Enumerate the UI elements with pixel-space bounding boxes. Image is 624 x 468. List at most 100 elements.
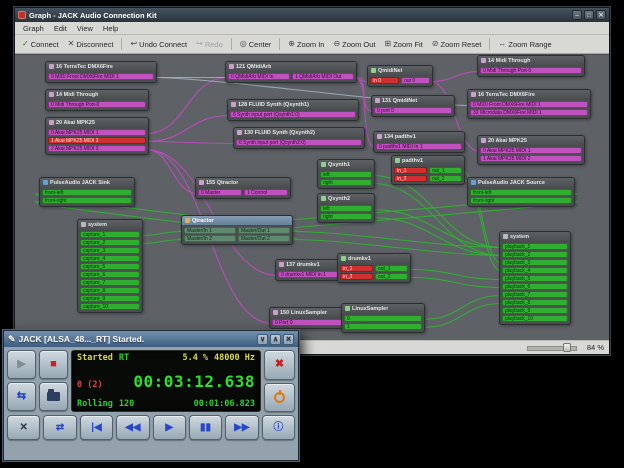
port-right[interactable]: right — [320, 179, 372, 186]
port-capture-3[interactable]: capture_3 — [80, 247, 140, 254]
zoom-out-button[interactable]: ⊖Zoom Out — [329, 39, 379, 50]
connection-wire[interactable] — [140, 232, 184, 236]
zoom-fit-button[interactable]: ⊞Zoom Fit — [381, 39, 427, 50]
graph-node-padthv1-midi-in[interactable]: 134 padthv10 padthv1 MIDI In 1 — [373, 131, 465, 153]
port-in-1[interactable]: in_1 — [340, 265, 373, 272]
graph-window-titlebar[interactable]: Graph - JACK Audio Connection Kit – □ ✕ — [15, 8, 609, 22]
rewind-button[interactable]: ◀◀ — [116, 415, 149, 440]
skip-back-button[interactable]: |◀ — [80, 415, 113, 440]
port-playback-4[interactable]: playback_4 — [502, 267, 568, 274]
shade-button[interactable]: ∨ — [257, 334, 268, 345]
port-front-left[interactable]: front-left — [470, 189, 572, 196]
connection-wire[interactable] — [146, 116, 230, 142]
port-right[interactable]: right — [320, 213, 372, 220]
port-capture-1[interactable]: capture_1 — [80, 231, 140, 238]
port-playback-10[interactable]: playback_10 — [502, 315, 568, 322]
port-1-control[interactable]: 1 Control — [244, 189, 288, 196]
start-button[interactable]: ▶ — [7, 350, 36, 379]
minimize-button[interactable]: ∧ — [270, 334, 281, 345]
port-0-midi-front-dmx6fire-midi-1[interactable]: 0 MIDI Front DMX6Fire MIDI 1 — [48, 73, 154, 80]
graph-node-qsynth1[interactable]: Qsynth1leftright — [317, 159, 375, 189]
quit-button[interactable] — [264, 383, 295, 413]
menu-help[interactable]: Help — [98, 24, 123, 33]
stop-button[interactable]: ■ — [39, 350, 68, 379]
graph-node-fluid-synth-qsynth2[interactable]: 130 FLUID Synth (Qsynth2)0 Synth input p… — [233, 127, 365, 149]
graph-node-padthv1[interactable]: padthv1in_1out_1in_2out_2 — [391, 155, 465, 185]
port-in-2[interactable]: in_2 — [340, 273, 373, 280]
port-front-right[interactable]: front-right — [470, 197, 572, 204]
graph-node-midi-through-out[interactable]: 14 Midi Through0 Midi Through Port-0 — [45, 89, 149, 111]
graph-node-akai-mpk25-in[interactable]: 20 Akai MPK250 Akai MPK25 MIDI 11 Akai M… — [477, 135, 585, 165]
port-capture-7[interactable]: capture_7 — [80, 279, 140, 286]
minimize-button[interactable]: – — [572, 10, 582, 20]
port-0-padthv1-midi-in-1[interactable]: 0 padthv1 MIDI In 1 — [376, 143, 462, 150]
port-out-0[interactable]: out 0 — [401, 77, 430, 84]
qjackctl-titlebar[interactable]: ✎ JACK [ALSA_48..._RT] Started. ∨ ∧ ✕ — [4, 331, 298, 347]
port-playback-3[interactable]: playback_3 — [502, 259, 568, 266]
port-out-1[interactable]: out_1 — [375, 265, 408, 272]
info-button[interactable]: ⓘ — [262, 415, 295, 440]
connection-wire[interactable] — [146, 78, 228, 134]
port-playback-8[interactable]: playback_8 — [502, 299, 568, 306]
connection-wire[interactable] — [146, 142, 236, 144]
graph-node-qmidinet[interactable]: QmidiNetin 0out 0 — [367, 65, 433, 87]
port-out-2[interactable]: out_2 — [429, 175, 462, 182]
graph-node-qmidiarb[interactable]: 121 QMidiArb0 QMidiArb MIDI In1 QMidiArb… — [225, 61, 357, 83]
port-capture-6[interactable]: capture_6 — [80, 271, 140, 278]
port-0-port-0[interactable]: 0 port 0 — [374, 107, 452, 114]
port-1-akai-mpk25-midi-2[interactable]: 1 Akai MPK25 MIDI 2 — [480, 155, 582, 162]
graph-canvas[interactable]: 16 TerraTec DMX6Fire0 MIDI Front DMX6Fir… — [15, 54, 609, 340]
port-1[interactable]: 1 — [344, 323, 422, 330]
shuffle-button[interactable]: ⇄ — [43, 415, 76, 440]
graph-node-system-playback[interactable]: systemplayback_1playback_2playback_3play… — [499, 231, 571, 325]
graph-node-pulseaudio-jack-sink[interactable]: PulseAudio JACK Sinkfront-leftfront-righ… — [39, 177, 135, 207]
port-0[interactable]: 0 — [344, 315, 422, 322]
port-front-right[interactable]: front-right — [42, 197, 132, 204]
port-playback-1[interactable]: playback_1 — [502, 243, 568, 250]
port-playback-2[interactable]: playback_2 — [502, 251, 568, 258]
port-master-out-2[interactable]: Master/Out 2 — [238, 235, 290, 242]
graph-node-terratec-midi-out[interactable]: 16 TerraTec DMX6Fire0 MIDI Front DMX6Fir… — [45, 61, 157, 83]
port-0-midi-through-port-0[interactable]: 0 Midi Through Port-0 — [48, 101, 146, 108]
port-in-0[interactable]: in 0 — [370, 77, 399, 84]
zoom-reset-button[interactable]: ⊘Zoom Reset — [428, 39, 486, 50]
port-0-synth-input-port-qsynth1-0[interactable]: 0 Synth input port (Qsynth1:0) — [230, 111, 356, 118]
port-capture-8[interactable]: capture_8 — [80, 287, 140, 294]
port-1-akai-mpk25-midi-2[interactable]: 1 Akai MPK25 MIDI 2 — [48, 137, 146, 144]
port-playback-5[interactable]: playback_5 — [502, 275, 568, 282]
port-32-microdata-dmx6fire-midi-1[interactable]: 32 Microdata DMX6Fire MIDI 1 — [470, 109, 588, 116]
port-1-qmidiarb-midi-out[interactable]: 1 QMidiArb MIDI Out — [292, 73, 354, 80]
port-in-2[interactable]: in_2 — [394, 175, 427, 182]
menu-graph[interactable]: Graph — [18, 24, 49, 33]
port-capture-4[interactable]: capture_4 — [80, 255, 140, 262]
port-left[interactable]: left — [320, 205, 372, 212]
connection-wire[interactable] — [146, 150, 278, 276]
port-master-in-2[interactable]: Master/In 2 — [184, 235, 236, 242]
zoom-in-button[interactable]: ⊕Zoom In — [284, 39, 328, 50]
zoom-slider-handle[interactable] — [563, 343, 571, 352]
connection-wire[interactable] — [422, 296, 502, 320]
port-0-midi-front-dmx6fire-midi-1[interactable]: 0 MIDI Front DMX6Fire MIDI 1 — [470, 101, 588, 108]
connection-wire[interactable] — [430, 72, 480, 82]
graph-node-qtractor[interactable]: QtractorMaster/In 1Master/Out 1Master/In… — [181, 215, 293, 245]
messages-close-button[interactable]: ✖ — [264, 350, 295, 380]
connection-wire[interactable] — [422, 304, 502, 328]
port-0-synth-input-port-qsynth2-0[interactable]: 0 Synth input port (Qsynth2:0) — [236, 139, 362, 146]
center-button[interactable]: ◎Center — [236, 39, 276, 50]
close-button[interactable]: ✕ — [283, 334, 294, 345]
port-0-akai-mpk25-midi-1[interactable]: 0 Akai MPK25 MIDI 1 — [480, 147, 582, 154]
port-playback-7[interactable]: playback_7 — [502, 291, 568, 298]
port-out-1[interactable]: out_1 — [429, 167, 462, 174]
connection-wire[interactable] — [408, 278, 502, 288]
connection-wire[interactable] — [372, 218, 502, 256]
transport-pause-button[interactable]: ▮▮ — [189, 415, 222, 440]
port-in-1[interactable]: in_1 — [394, 167, 427, 174]
port-front-left[interactable]: front-left — [42, 189, 132, 196]
menu-edit[interactable]: Edit — [49, 24, 72, 33]
connection-wire[interactable] — [290, 232, 502, 248]
port-master-in-1[interactable]: Master/In 1 — [184, 227, 236, 234]
port-playback-6[interactable]: playback_6 — [502, 283, 568, 290]
graph-node-linuxsampler[interactable]: LinuxSampler01 — [341, 303, 425, 333]
port-capture-2[interactable]: capture_2 — [80, 239, 140, 246]
port-0-qmidiarb-midi-in[interactable]: 0 QMidiArb MIDI In — [228, 73, 290, 80]
